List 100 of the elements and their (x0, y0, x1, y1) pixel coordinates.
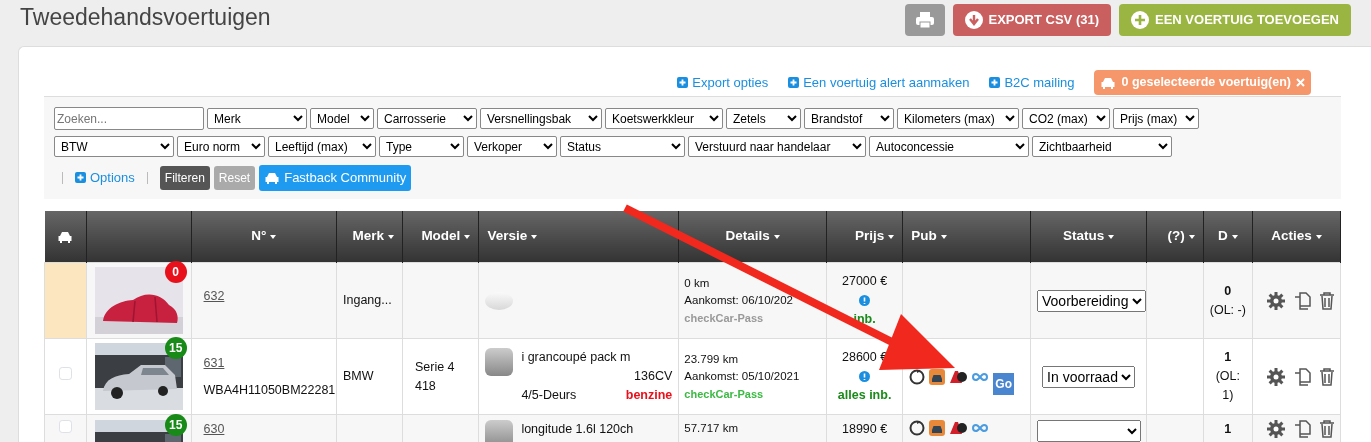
gear-icon[interactable] (1266, 367, 1285, 386)
filter-dropdown[interactable]: Prijs (max) (1113, 108, 1199, 129)
car-icon (264, 171, 281, 184)
column-header[interactable]: Merk (336, 210, 403, 263)
sort-caret-icon[interactable] (1188, 234, 1195, 239)
filter-dropdown[interactable]: Leeftijd (max) (268, 136, 376, 157)
filter-dropdown[interactable]: Koetswerkkleur (605, 108, 723, 129)
details-text: 23.799 km (684, 352, 739, 367)
vehicle-number-link[interactable]: 630 (203, 422, 225, 436)
logo-icon[interactable] (949, 421, 968, 435)
copy-icon[interactable] (1292, 367, 1311, 386)
model-text: Serie 4 (414, 358, 456, 376)
brand-text: BMW (343, 369, 374, 384)
sort-caret-icon[interactable] (1231, 234, 1238, 239)
status-dropdown[interactable] (1037, 420, 1141, 442)
price-text: 18990 € (841, 421, 889, 438)
refresh-icon[interactable] (909, 420, 926, 436)
status-dropdown[interactable]: Voorbereiding (1037, 289, 1146, 312)
search-field[interactable]: Zoeken... (54, 107, 204, 130)
details-text: Aankomst: 06/10/202 (684, 293, 794, 309)
column-header[interactable]: Versie (478, 210, 679, 263)
doors-text: 4/5-Deurs (521, 386, 577, 404)
trash-icon[interactable] (1318, 367, 1335, 386)
car-icon (57, 230, 74, 243)
details-text: 57.717 km (684, 421, 739, 436)
print-button[interactable] (904, 4, 945, 36)
page-title: Tweedehandsvoertuigen (20, 4, 271, 32)
filter-dropdown[interactable]: Kilometers (max) (897, 108, 1019, 129)
filter-dropdown[interactable]: Versnellingsbak (480, 108, 602, 129)
column-header[interactable]: Pub (902, 210, 1031, 263)
sort-caret-icon[interactable] (531, 234, 538, 239)
sort-caret-icon[interactable] (464, 234, 471, 239)
plus-circle-icon (1131, 11, 1150, 29)
column-header[interactable]: Details (678, 210, 827, 263)
trash-icon[interactable] (1318, 291, 1335, 310)
copy-icon[interactable] (1292, 420, 1311, 438)
filter-dropdown[interactable]: CO2 (max) (1022, 108, 1110, 129)
vehicle-number-link[interactable]: 631 (203, 355, 225, 370)
ol-text: (OL: -) (1209, 301, 1246, 319)
car-icon[interactable] (929, 368, 946, 385)
power-text: 136CV (634, 369, 673, 384)
filter-dropdown[interactable]: Status (560, 136, 685, 157)
plus-icon (677, 77, 689, 88)
sort-caret-icon[interactable] (270, 234, 277, 239)
price-text: 27000 € (841, 273, 889, 291)
car-icon[interactable] (929, 420, 946, 436)
sort-caret-icon[interactable] (1108, 234, 1115, 239)
filter-dropdown[interactable]: Model (310, 108, 374, 129)
plus-icon (75, 172, 86, 184)
filter-dropdown[interactable]: BTW (54, 136, 174, 157)
sort-caret-icon[interactable] (1315, 234, 1322, 239)
plus-icon (788, 77, 800, 88)
column-header[interactable]: Model (402, 210, 479, 263)
filter-dropdown[interactable]: Euro norm (177, 136, 265, 157)
version-thumbnail (485, 420, 514, 442)
go-logo[interactable]: Go (993, 372, 1014, 395)
plus-icon (989, 77, 1001, 88)
filter-dropdown[interactable]: Carrosserie (377, 108, 477, 129)
row-checkbox[interactable] (59, 420, 72, 433)
copy-icon[interactable] (1292, 291, 1311, 310)
column-header[interactable]: Status (1030, 210, 1147, 263)
filter-dropdown[interactable]: Autoconcessie (869, 136, 1029, 157)
sort-caret-icon[interactable] (387, 234, 394, 239)
logo-icon[interactable] (949, 369, 968, 384)
days-count: 1 (1223, 349, 1233, 367)
row-checkbox[interactable] (59, 367, 72, 380)
filter-dropdown[interactable]: Verstuurd naar handelaar (688, 136, 866, 157)
card-link[interactable]: B2C mailing (989, 72, 1075, 93)
sort-caret-icon[interactable] (888, 234, 895, 239)
sort-caret-icon[interactable] (940, 234, 947, 239)
card-link[interactable]: Een voertuig alert aanmaken (788, 72, 970, 93)
days-count: 0 (1223, 282, 1233, 300)
filter-dropdown[interactable]: Zetels (726, 108, 801, 129)
ol-text: (OL: 1) (1214, 368, 1241, 404)
filter-dropdown[interactable]: Zichtbaarheid (1032, 136, 1172, 157)
printer-icon (914, 11, 935, 29)
export-button[interactable]: EXPORT CSV (31) (952, 4, 1112, 36)
filter-dropdown[interactable]: Brandstof (804, 108, 894, 129)
refresh-icon[interactable] (909, 368, 926, 385)
column-header[interactable]: Acties (1252, 210, 1341, 263)
column-header[interactable]: Prijs (826, 210, 903, 263)
status-dropdown[interactable]: In voorraad (1042, 365, 1136, 388)
column-header[interactable]: (?) (1146, 210, 1204, 263)
filter-dropdown[interactable]: Type (379, 136, 464, 157)
filter-button[interactable]: Filteren (159, 165, 210, 190)
vehicle-number-link[interactable]: 632 (203, 289, 225, 304)
car-icon (1100, 76, 1117, 89)
trash-icon[interactable] (1318, 420, 1335, 438)
info-icon (859, 295, 871, 307)
column-header[interactable]: D (1203, 210, 1253, 263)
gear-icon[interactable] (1266, 291, 1285, 310)
version-title: i grancoupé pack m (521, 349, 632, 367)
filter-dropdown[interactable]: Merk (207, 108, 307, 129)
sort-caret-icon[interactable] (773, 234, 780, 239)
gear-icon[interactable] (1266, 420, 1285, 438)
card-link[interactable]: Export opties (677, 72, 769, 93)
version-title: longitude 1.6l 120ch (521, 421, 635, 438)
filter-dropdown[interactable]: Verkoper (467, 136, 557, 157)
fuel-text: benzine (625, 386, 673, 404)
column-header[interactable]: N° (191, 210, 337, 263)
